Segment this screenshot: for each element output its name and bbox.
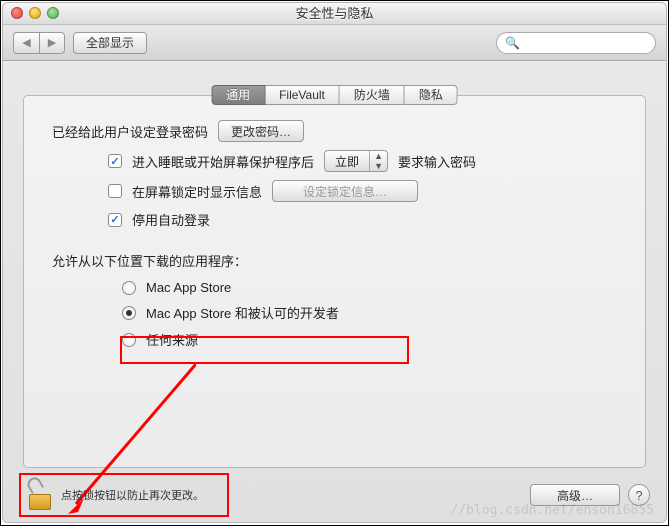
source-appstore-label: Mac App Store — [146, 280, 231, 295]
tab-general[interactable]: 通用 — [211, 85, 265, 105]
minimize-icon[interactable] — [29, 7, 41, 19]
password-delay-value: 立即 — [325, 153, 369, 170]
disable-autologin-label: 停用自动登录 — [132, 210, 210, 229]
source-anywhere-radio[interactable] — [122, 333, 136, 347]
source-appstore-radio[interactable] — [122, 281, 136, 295]
general-panel: 已经给此用户设定登录密码 更改密码… 进入睡眠或开始屏幕保护程序后 立即 ▲▼ … — [23, 95, 646, 468]
source-identified-radio[interactable] — [122, 306, 136, 320]
window-title: 安全性与隐私 — [3, 3, 666, 25]
disable-autologin-checkbox[interactable] — [108, 213, 122, 227]
tab-firewall[interactable]: 防火墙 — [340, 85, 405, 105]
show-message-label: 在屏幕锁定时显示信息 — [132, 182, 262, 201]
tab-bar: 通用 FileVault 防火墙 隐私 — [211, 85, 458, 105]
set-lock-message-button: 设定锁定信息… — [272, 180, 418, 202]
search-icon: 🔍 — [505, 36, 520, 50]
lock-text: 点按锁按钮以防止再次更改。 — [61, 487, 204, 503]
source-identified-label: Mac App Store 和被认可的开发者 — [146, 303, 339, 322]
pwd-set-label: 已经给此用户设定登录密码 — [52, 122, 208, 141]
tab-filevault[interactable]: FileVault — [265, 85, 340, 105]
tab-privacy[interactable]: 隐私 — [405, 85, 458, 105]
require-password-label-a: 进入睡眠或开始屏幕保护程序后 — [132, 152, 314, 171]
zoom-icon[interactable] — [47, 7, 59, 19]
search-input[interactable]: 🔍 — [496, 32, 656, 54]
lock-icon — [25, 480, 55, 510]
lock-area[interactable]: 点按锁按钮以防止再次更改。 — [19, 473, 229, 517]
forward-button[interactable]: ▶ — [39, 32, 65, 54]
require-password-checkbox[interactable] — [108, 154, 122, 168]
change-password-button[interactable]: 更改密码… — [218, 120, 304, 142]
password-delay-select[interactable]: 立即 ▲▼ — [324, 150, 388, 172]
toolbar: ◀ ▶ 全部显示 🔍 — [3, 25, 666, 61]
source-anywhere-label: 任何来源 — [146, 330, 198, 349]
close-icon[interactable] — [11, 7, 23, 19]
titlebar: 安全性与隐私 — [3, 3, 666, 25]
back-button[interactable]: ◀ — [13, 32, 39, 54]
show-message-checkbox[interactable] — [108, 184, 122, 198]
allow-apps-label: 允许从以下位置下载的应用程序： — [52, 251, 617, 270]
show-all-button[interactable]: 全部显示 — [73, 32, 147, 54]
watermark: //blog.csdn.net/enson16855 — [451, 503, 655, 518]
chevron-updown-icon: ▲▼ — [369, 151, 387, 171]
require-password-label-b: 要求输入密码 — [398, 152, 476, 171]
